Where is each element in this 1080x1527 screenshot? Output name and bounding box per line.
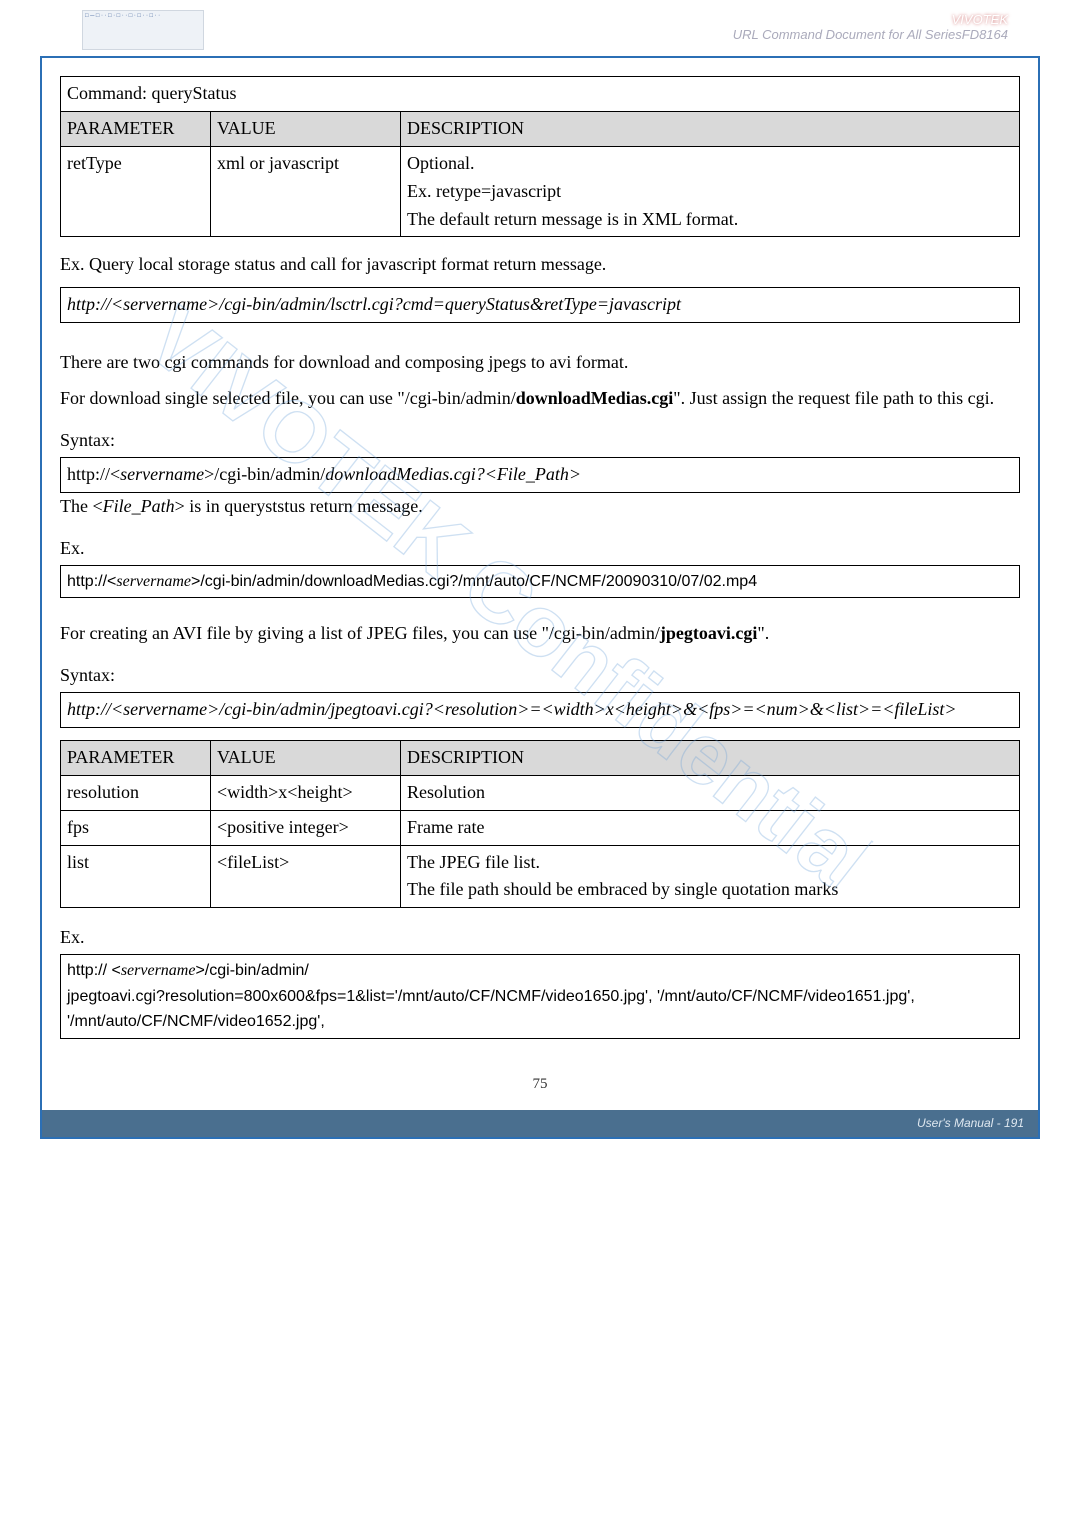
table-row: fps <positive integer> Frame rate — [61, 810, 1020, 845]
table-header-row: PARAMETER VALUE DESCRIPTION — [61, 740, 1020, 775]
example-label: Ex. — [60, 535, 1020, 563]
manual-page-label: User's Manual - 191 — [42, 1110, 1038, 1137]
col-description: DESCRIPTION — [401, 740, 1020, 775]
desc-line: Optional. — [407, 150, 1013, 178]
cell-description: Optional. Ex. retype=javascript The defa… — [401, 146, 1020, 237]
cell-parameter: retType — [61, 146, 211, 237]
jpegtoavi-param-table: PARAMETER VALUE DESCRIPTION resolution <… — [60, 740, 1020, 908]
doc-subtitle: URL Command Document for All SeriesFD816… — [733, 27, 1008, 42]
table-row: resolution <width>x<height> Resolution — [61, 775, 1020, 810]
cell-value: xml or javascript — [211, 146, 401, 237]
syntax-code: http://<servername>/cgi-bin/admin/jpegto… — [60, 692, 1020, 728]
querystatus-param-table: PARAMETER VALUE DESCRIPTION retType xml … — [60, 111, 1020, 238]
example-heading: Ex. Query local storage status and call … — [60, 251, 1020, 279]
example-label: Ex. — [60, 924, 1020, 952]
desc-line: Ex. retype=javascript — [407, 178, 1013, 206]
col-value: VALUE — [211, 111, 401, 146]
syntax-label: Syntax: — [60, 427, 1020, 455]
table-row: retType xml or javascript Optional. Ex. … — [61, 146, 1020, 237]
syntax-code: http://<servername>/cgi-bin/admin/downlo… — [60, 457, 1020, 493]
paragraph: There are two cgi commands for download … — [60, 349, 1020, 377]
brand-text: VIVOTEK — [952, 12, 1008, 27]
header-thumbnail: □ ─ □ · · □ · □ · · □ · □ · · □ · · — [82, 10, 204, 50]
note-text: The <File_Path> is in queryststus return… — [60, 493, 1020, 521]
paragraph: For creating an AVI file by giving a lis… — [60, 620, 1020, 648]
command-label: Command: queryStatus — [60, 76, 1020, 111]
col-description: DESCRIPTION — [401, 111, 1020, 146]
col-parameter: PARAMETER — [61, 740, 211, 775]
paragraph: For download single selected file, you c… — [60, 385, 1020, 413]
page-number-inner: 75 — [60, 1065, 1020, 1110]
example-code: http:// <servername>/cgi-bin/admin/ jpeg… — [60, 954, 1020, 1039]
example-code: http://<servername>/cgi-bin/admin/downlo… — [60, 565, 1020, 599]
header-titles: VIVOTEK URL Command Document for All Ser… — [733, 12, 1008, 42]
desc-line: The default return message is in XML for… — [407, 206, 1013, 234]
example-code: http://<servername>/cgi-bin/admin/lsctrl… — [60, 287, 1020, 323]
col-parameter: PARAMETER — [61, 111, 211, 146]
syntax-label: Syntax: — [60, 662, 1020, 690]
table-header-row: PARAMETER VALUE DESCRIPTION — [61, 111, 1020, 146]
table-row: list <fileList> The JPEG file list. The … — [61, 845, 1020, 908]
col-value: VALUE — [211, 740, 401, 775]
